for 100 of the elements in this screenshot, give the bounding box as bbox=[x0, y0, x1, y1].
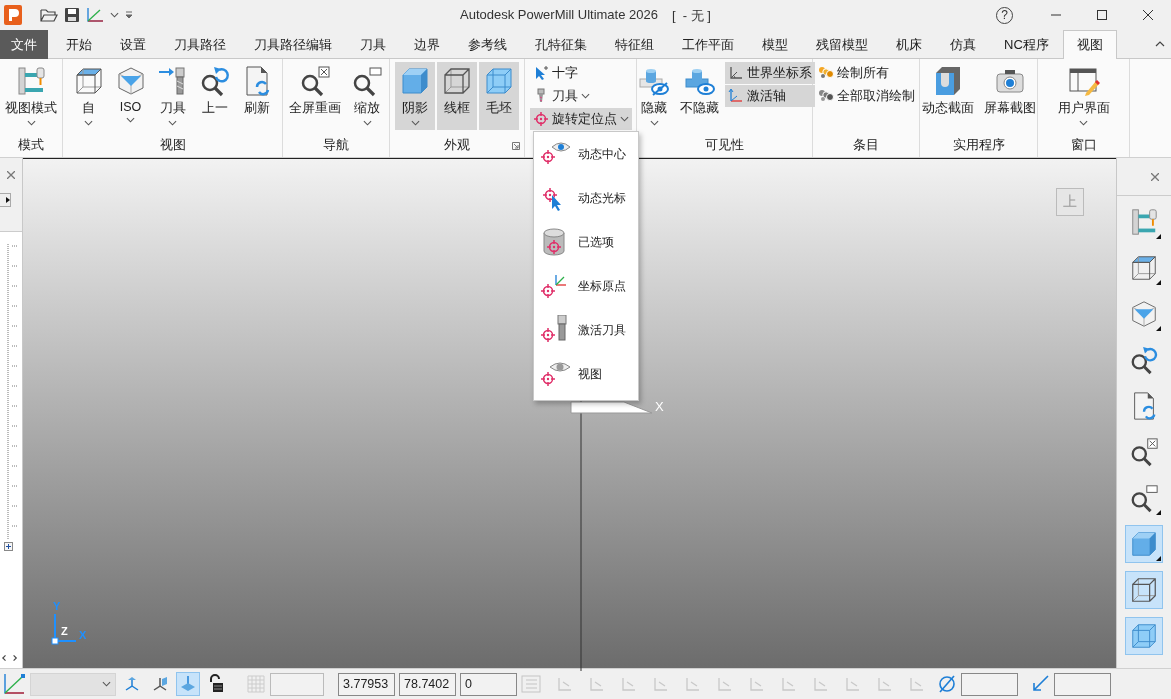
ribbon-button[interactable]: 隐藏 bbox=[634, 62, 674, 130]
axes-icon bbox=[728, 65, 744, 81]
axis-label: X bbox=[655, 399, 664, 414]
dots-icon bbox=[817, 88, 834, 104]
ribbon-tab[interactable]: 孔特征集 bbox=[521, 30, 601, 59]
ribbon-button[interactable]: 全部取消绘制 bbox=[814, 85, 918, 107]
zoom-window-icon bbox=[1129, 483, 1159, 513]
coordinate-field[interactable]: 0 bbox=[460, 672, 517, 696]
ribbon-tab[interactable]: 特征组 bbox=[601, 30, 668, 59]
ribbon-tab[interactable]: 参考线 bbox=[454, 30, 521, 59]
ribbon-tab[interactable]: 刀具路径编辑 bbox=[240, 30, 346, 59]
ribbon-button[interactable]: 世界坐标系 bbox=[725, 62, 815, 84]
expand-button[interactable] bbox=[0, 193, 11, 207]
ribbon-tab[interactable]: 视图 bbox=[1062, 30, 1117, 59]
ribbon-tab[interactable]: NC程序 bbox=[990, 30, 1063, 59]
ribbon-button[interactable]: 旋转定位点 bbox=[529, 108, 632, 130]
customize-icon bbox=[125, 11, 133, 19]
group-label: 窗口 bbox=[1070, 137, 1097, 154]
ribbon-button[interactable]: 毛坯 bbox=[479, 62, 519, 130]
collapse-icon bbox=[1155, 41, 1165, 47]
shaded-cube-icon bbox=[1129, 529, 1159, 559]
ribbon-button[interactable]: 刀具 bbox=[529, 85, 632, 107]
ribbon-tab[interactable]: 边界 bbox=[400, 30, 454, 59]
ribbon-button[interactable]: 阴影 bbox=[395, 62, 435, 130]
ribbon-tab[interactable]: 开始 bbox=[52, 30, 106, 59]
shaded-cube-icon bbox=[399, 65, 431, 97]
ribbon-button[interactable]: ISO bbox=[110, 62, 151, 130]
ribbon-button[interactable]: 不隐藏 bbox=[676, 62, 723, 130]
ribbon-button[interactable]: 上一 bbox=[194, 62, 235, 130]
ribbon-button[interactable]: 用户界面 bbox=[1053, 62, 1114, 130]
dots-icon bbox=[817, 65, 834, 81]
axis-label: X bbox=[79, 629, 87, 641]
menu-item[interactable]: 已选项 bbox=[534, 220, 638, 264]
ribbon-button[interactable]: 全屏重画 bbox=[285, 62, 345, 130]
coordinate-field[interactable]: 3.77953 bbox=[338, 672, 395, 696]
menu-item[interactable]: 坐标原点 bbox=[534, 264, 638, 308]
grid-icon bbox=[246, 674, 266, 694]
ribbon-button[interactable]: 激活轴 bbox=[725, 85, 815, 107]
cube-icon bbox=[1129, 253, 1159, 283]
ribbon-button[interactable]: 刷新 bbox=[236, 62, 277, 130]
group-label: 导航 bbox=[323, 137, 349, 154]
maximize-icon bbox=[1097, 10, 1107, 20]
ribbon-button[interactable]: 视图模式 bbox=[1, 62, 61, 130]
machine-icon bbox=[15, 65, 47, 97]
ribbon-tab[interactable]: 残留模型 bbox=[802, 30, 882, 59]
target-icon bbox=[532, 111, 549, 127]
window-title: Autodesk PowerMill Ultimate 2026 bbox=[460, 7, 658, 24]
ribbon-tab[interactable]: 设置 bbox=[106, 30, 160, 59]
triangle-icon bbox=[6, 197, 10, 203]
transparent-cube-icon bbox=[483, 65, 515, 97]
zoom-fit-icon bbox=[1129, 437, 1159, 467]
caret-icon bbox=[110, 12, 119, 18]
group-label: 外观 bbox=[444, 137, 470, 154]
folder-open-icon bbox=[40, 7, 58, 23]
wireframe-cube-icon bbox=[441, 65, 473, 97]
ribbon-tab[interactable]: 仿真 bbox=[936, 30, 990, 59]
iso-cube-icon bbox=[1129, 299, 1159, 329]
axis-label: Z bbox=[61, 625, 68, 637]
ribbon-tab[interactable]: 模型 bbox=[748, 30, 802, 59]
ribbon-tab[interactable]: 工作平面 bbox=[668, 30, 748, 59]
input-field[interactable] bbox=[1054, 672, 1111, 696]
workplane-icon bbox=[86, 7, 104, 23]
ribbon-tab[interactable]: 刀具 bbox=[346, 30, 400, 59]
ribbon-button[interactable]: 刀具 bbox=[152, 62, 193, 130]
diameter-icon bbox=[937, 674, 957, 694]
close-icon bbox=[7, 171, 15, 179]
coordinate-field[interactable]: 78.7402 bbox=[399, 672, 456, 696]
zoom-undo-icon bbox=[1129, 345, 1159, 375]
ribbon-button[interactable]: 缩放 bbox=[347, 62, 387, 130]
ribbon-tab[interactable]: 刀具路径 bbox=[160, 30, 240, 59]
menu-item[interactable]: 动态光标 bbox=[534, 176, 638, 220]
caret-icon bbox=[102, 681, 111, 687]
ribbon-button[interactable]: 十字 bbox=[529, 62, 632, 84]
close-icon bbox=[1151, 172, 1159, 181]
menu-item[interactable]: 动态中心 bbox=[534, 132, 638, 176]
close-icon bbox=[1143, 10, 1153, 20]
machine-icon bbox=[1129, 207, 1159, 237]
group-label: 视图 bbox=[159, 137, 186, 154]
menu-item[interactable]: 视图 bbox=[534, 352, 638, 396]
arrow-icon bbox=[1030, 674, 1050, 694]
workplane-icon bbox=[2, 672, 26, 696]
ribbon-button[interactable]: 屏幕截图 bbox=[979, 62, 1040, 130]
window-pencil-icon bbox=[1067, 65, 1100, 97]
menu-item[interactable]: 激活刀具 bbox=[534, 308, 638, 352]
xyz-axes-icon bbox=[728, 88, 744, 104]
diameter-field[interactable] bbox=[961, 672, 1018, 696]
scroll-arrows-icon bbox=[1, 654, 19, 662]
group-label: 实用程序 bbox=[952, 137, 1005, 154]
ribbon-button[interactable]: 线框 bbox=[437, 62, 477, 130]
list-icon bbox=[521, 674, 541, 694]
tool-target-icon bbox=[540, 315, 570, 345]
ribbon-button[interactable]: 动态截面 bbox=[917, 62, 978, 130]
ribbon-tab[interactable]: 机床 bbox=[882, 30, 936, 59]
group-label: 条目 bbox=[853, 137, 879, 154]
ribbon-button[interactable]: 绘制所有 bbox=[814, 62, 918, 84]
eye-target-icon bbox=[540, 359, 570, 389]
app-logo-icon bbox=[4, 5, 22, 25]
ribbon-button[interactable]: 自 bbox=[68, 62, 109, 130]
transparent-cube-icon bbox=[1129, 621, 1159, 651]
file-tab[interactable]: 文件 bbox=[0, 30, 48, 59]
